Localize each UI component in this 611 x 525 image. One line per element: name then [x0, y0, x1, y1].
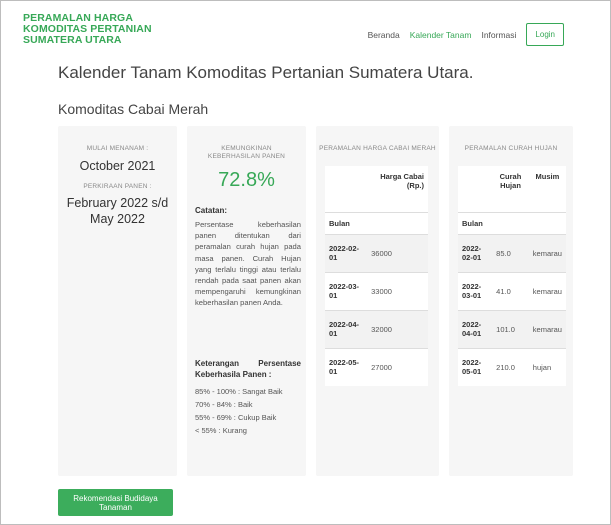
table-header-empty: [528, 211, 566, 234]
table-row: 2022-02-01 36000: [325, 233, 428, 272]
nav-calendar-link[interactable]: Kalender Tanam: [410, 30, 472, 40]
price-forecast-card: PERAMALAN HARGA CABAI MERAH Harga Cabai …: [316, 126, 439, 476]
legend-title-line-1: Keterangan Persentase: [195, 359, 301, 368]
legend-title: Keterangan Persentase Keberhasila Panen …: [195, 358, 301, 380]
rain-column-header: Curah Hujan: [499, 172, 522, 190]
price-column-header: Harga Cabai (Rp.): [380, 172, 424, 190]
success-label: KEMUNGKINAN KEBERHASILAN PANEN: [207, 145, 286, 160]
season-cell: kemarau: [528, 309, 566, 348]
planting-card: MULAI MENANAM : October 2021 PERKIRAAN P…: [58, 126, 177, 476]
month-cell: 2022-03-01: [325, 271, 368, 310]
table-header-empty: [458, 166, 492, 212]
table-row: 2022-03-01 41.0 kemarau: [458, 271, 566, 310]
price-cell: 36000: [367, 233, 428, 272]
legend-list: 85% - 100% : Sangat Baik 70% - 84% : Bai…: [195, 385, 283, 437]
navbar: PERAMALAN HARGA KOMODITAS PERTANIAN SUMA…: [1, 1, 611, 59]
month-cell: 2022-05-01: [458, 347, 493, 386]
season-cell: hujan: [528, 347, 566, 386]
rain-cell: 210.0: [492, 347, 529, 386]
season-column-header: Musim: [535, 172, 560, 181]
rain-cell: 101.0: [492, 309, 529, 348]
season-cell: kemarau: [528, 271, 566, 310]
month-cell: 2022-04-01: [458, 309, 493, 348]
rain-forecast-title: PERAMALAN CURAH HUJAN: [464, 145, 558, 152]
login-button[interactable]: Login: [526, 23, 564, 46]
table-header-empty: [367, 211, 428, 234]
table-row: 2022-02-01 85.0 kemarau: [458, 233, 566, 272]
harvest-label: PERKIRAAN PANEN :: [83, 183, 152, 190]
legend-item: 85% - 100% : Sangat Baik: [195, 387, 283, 396]
table-row: 2022-04-01 32000: [325, 309, 428, 348]
start-label: MULAI MENANAM :: [86, 145, 149, 152]
harvest-value: February 2022 s/d May 2022: [66, 196, 169, 226]
commodity-subtitle: Komoditas Cabai Merah: [58, 101, 209, 117]
table-header-row: Curah Hujan Musim: [458, 166, 566, 212]
price-cell: 27000: [367, 347, 428, 386]
month-cell: 2022-04-01: [325, 309, 368, 348]
legend-item: 70% - 84% : Baik: [195, 400, 253, 409]
rain-forecast-table: Curah Hujan Musim Bulan 2022-02-01 85.0 …: [458, 166, 566, 386]
price-forecast-table: Harga Cabai (Rp.) Bulan 2022-02-01 36000…: [325, 166, 428, 386]
month-cell: 2022-03-01: [458, 271, 493, 310]
table-subheader-row: Bulan: [458, 211, 566, 234]
success-card: KEMUNGKINAN KEBERHASILAN PANEN 72.8% Cat…: [187, 126, 306, 476]
nav-info-link[interactable]: Informasi: [481, 30, 516, 40]
table-row: 2022-05-01 27000: [325, 347, 428, 386]
table-row: 2022-05-01 210.0 hujan: [458, 347, 566, 386]
brand-line-3: SUMATERA UTARA: [23, 34, 122, 46]
price-cell: 33000: [367, 271, 428, 310]
page-frame: PERAMALAN HARGA KOMODITAS PERTANIAN SUMA…: [0, 0, 611, 525]
month-cell: 2022-05-01: [325, 347, 368, 386]
table-header-empty: [492, 211, 529, 234]
nav-home-link[interactable]: Beranda: [368, 30, 400, 40]
note-title: Catatan:: [195, 206, 228, 215]
page-title: Kalender Tanam Komoditas Pertanian Sumat…: [58, 63, 474, 82]
table-row: 2022-04-01 101.0 kemarau: [458, 309, 566, 348]
nav-links: Beranda Kalender Tanam Informasi Login: [358, 23, 564, 46]
table-subheader-row: Bulan: [325, 211, 428, 234]
month-cell: 2022-02-01: [325, 233, 368, 272]
note-text: Persentase keberhasilan panen ditentukan…: [195, 220, 301, 308]
legend-item: 55% - 69% : Cukup Baik: [195, 413, 277, 422]
rain-cell: 85.0: [492, 233, 529, 272]
rain-cell: 41.0: [492, 271, 529, 310]
legend-item: < 55% : Kurang: [195, 426, 247, 435]
start-value: October 2021: [79, 159, 156, 173]
price-forecast-title: PERAMALAN HARGA CABAI MERAH: [319, 145, 436, 152]
table-header-empty: [325, 166, 367, 212]
month-column-header: Bulan: [458, 211, 493, 234]
table-row: 2022-03-01 33000: [325, 271, 428, 310]
price-cell: 32000: [367, 309, 428, 348]
recommendation-button[interactable]: Rekomendasi Budidaya Tanaman: [58, 489, 173, 516]
month-cell: 2022-02-01: [458, 233, 493, 272]
success-percentage: 72.8%: [218, 169, 275, 191]
season-cell: kemarau: [528, 233, 566, 272]
legend-title-line-2: Keberhasila Panen :: [195, 370, 272, 379]
brand-logo[interactable]: PERAMALAN HARGA KOMODITAS PERTANIAN SUMA…: [23, 13, 152, 46]
month-column-header: Bulan: [325, 211, 368, 234]
rain-forecast-card: PERAMALAN CURAH HUJAN Curah Hujan Musim …: [449, 126, 573, 476]
table-header-row: Harga Cabai (Rp.): [325, 166, 428, 212]
